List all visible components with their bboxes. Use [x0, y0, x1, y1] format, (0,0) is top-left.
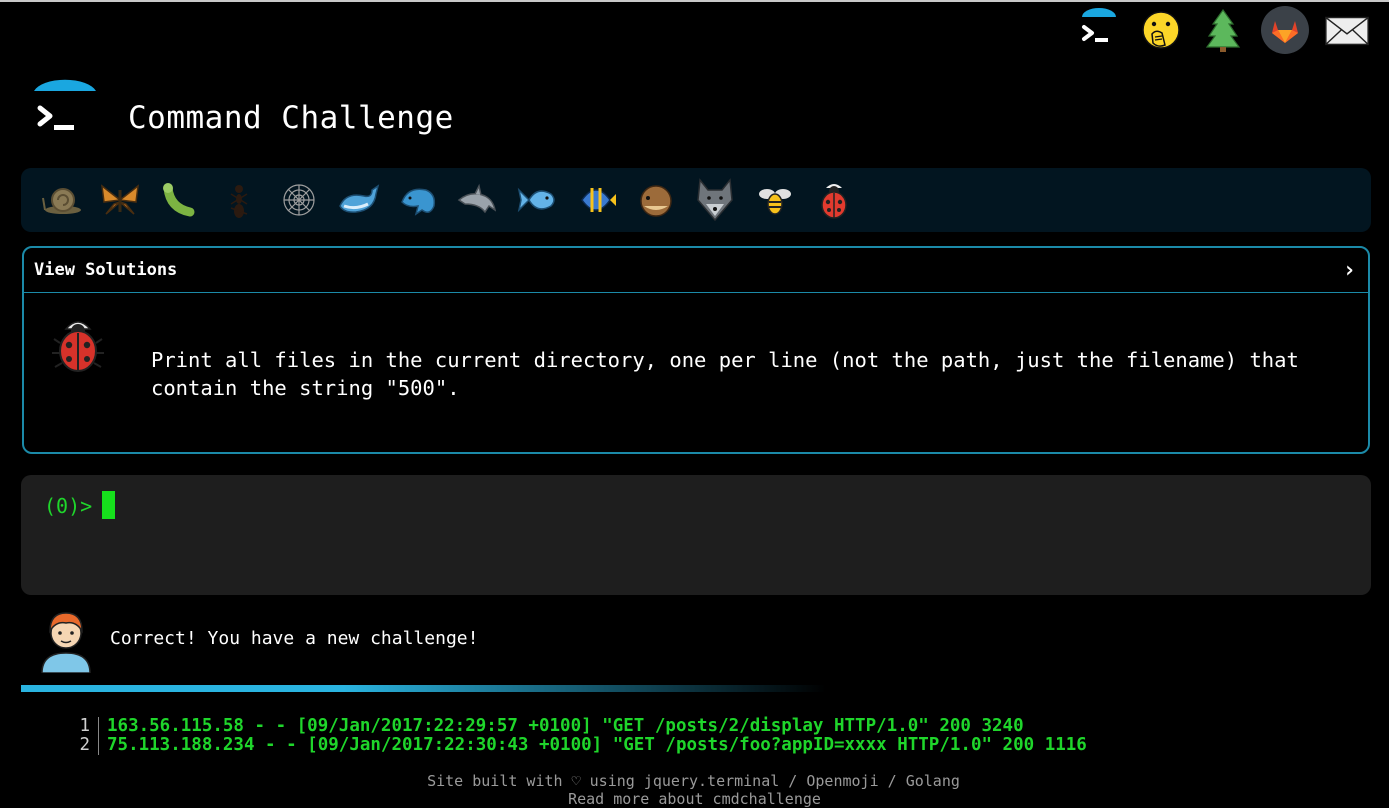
line-content: 75.113.188.234 - - [09/Jan/2017:22:30:43… [107, 735, 1087, 755]
spider-web-icon[interactable] [269, 175, 329, 225]
tropical-fish-icon[interactable] [567, 175, 627, 225]
page-title: Command Challenge [128, 100, 454, 136]
view-solutions-label: View Solutions [34, 260, 178, 280]
fish-icon[interactable] [507, 175, 567, 225]
dolphin-gray-icon[interactable] [448, 175, 508, 225]
line-content: 163.56.115.58 - - [09/Jan/2017:22:29:57 … [107, 716, 1024, 736]
top-icon-bar [1075, 6, 1371, 54]
view-solutions-toggle[interactable]: View Solutions › [24, 248, 1368, 293]
terminal-icon[interactable] [1075, 6, 1123, 54]
challenge-body: Print all files in the current directory… [24, 293, 1368, 453]
line-number: 1 [60, 717, 99, 736]
face-with-hand-over-mouth-icon[interactable] [1137, 6, 1185, 54]
logo-terminal-icon [30, 74, 100, 144]
line-number: 2 [60, 736, 99, 755]
ladybug-challenge-icon [46, 309, 110, 383]
bee-icon[interactable] [745, 175, 805, 225]
whale-icon[interactable] [329, 175, 389, 225]
footer-credits: Site built with ♡ using jquery.terminal … [427, 772, 960, 790]
terminal-prompt: (0)> [44, 494, 93, 518]
dolphin-icon[interactable] [388, 175, 448, 225]
ant-icon[interactable] [210, 175, 270, 225]
bug-icon[interactable] [150, 175, 210, 225]
mail-icon[interactable] [1323, 6, 1371, 54]
output-line: 2 75.113.188.234 - - [09/Jan/2017:22:30:… [60, 736, 1087, 755]
output-line: 1 163.56.115.58 - - [09/Jan/2017:22:29:5… [60, 717, 1087, 736]
gitlab-icon[interactable] [1261, 6, 1309, 54]
ladybug-icon[interactable] [805, 175, 865, 225]
snail-icon[interactable] [31, 175, 91, 225]
top-border [0, 0, 1389, 2]
blowfish-icon[interactable] [626, 175, 686, 225]
feedback-avatar [38, 607, 94, 673]
footer-read-more-link[interactable]: Read more about cmdchallenge [0, 790, 1389, 808]
terminal-cursor[interactable] [102, 491, 115, 519]
terminal[interactable]: (0)> [21, 475, 1371, 595]
tree-icon[interactable] [1199, 6, 1247, 54]
file-output: 1 163.56.115.58 - - [09/Jan/2017:22:29:5… [60, 717, 1087, 755]
feedback-message: Correct! You have a new challenge! [110, 628, 479, 649]
wolf-icon[interactable] [686, 175, 746, 225]
chevron-right-icon[interactable]: › [1343, 258, 1356, 283]
challenge-progress-bar [21, 168, 1371, 232]
challenge-description: Print all files in the current directory… [151, 348, 1299, 400]
challenge-panel: View Solutions › Print all files in the … [22, 246, 1370, 454]
divider-bar [21, 685, 826, 692]
butterfly-icon[interactable] [91, 175, 151, 225]
